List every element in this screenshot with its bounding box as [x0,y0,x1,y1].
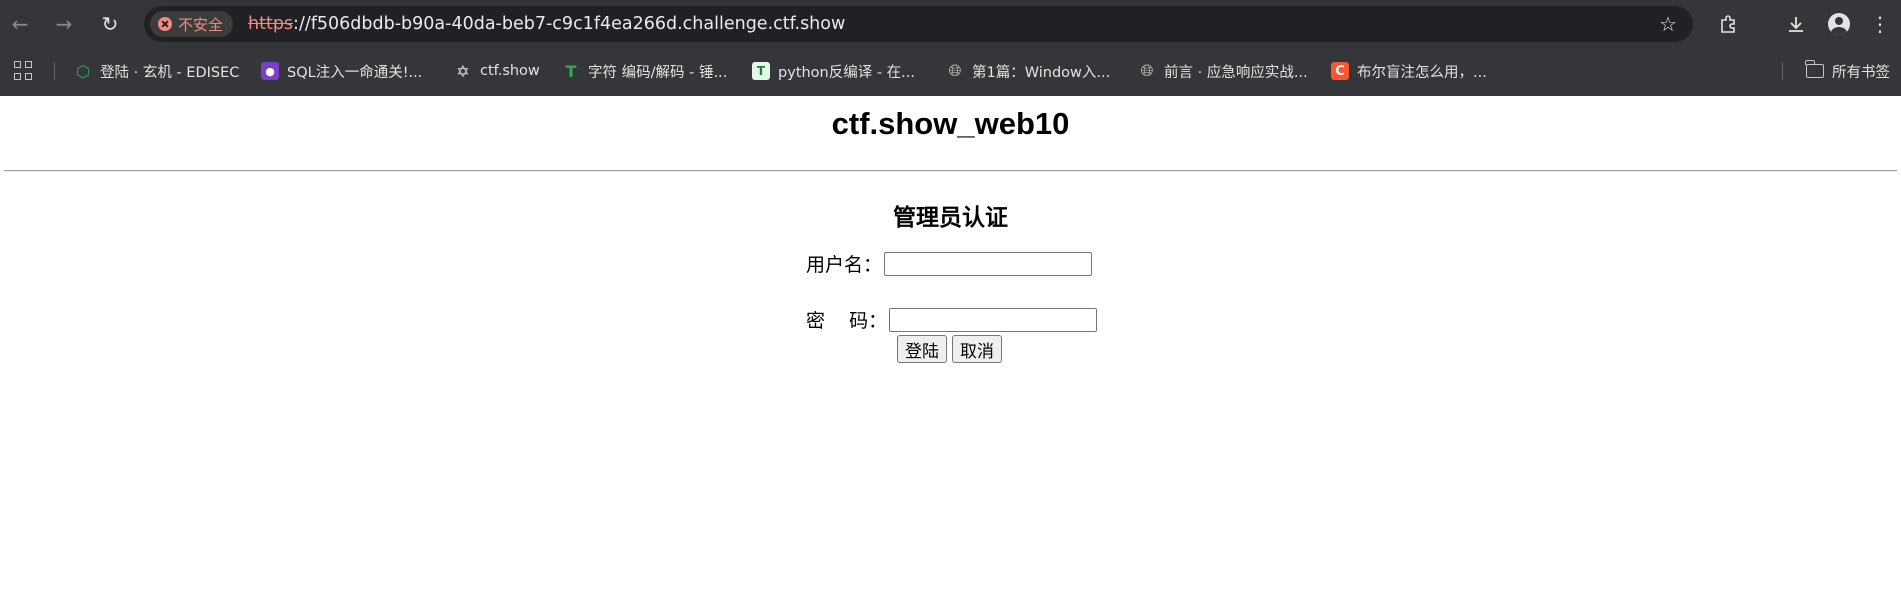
forward-arrow-icon[interactable]: → [50,10,78,38]
bookmarks-bar: ⬡ 登陆 · 玄机 - EDISEC ● SQL注入一命通关!... ✡ ctf… [0,52,1901,90]
sql-icon: ● [261,62,279,80]
bookmark-label: SQL注入一命通关!... [287,64,423,81]
bookmark-item[interactable]: 🌐︎ 前言 · 应急响应实战... [1138,59,1308,83]
t-icon: T [565,61,577,81]
kebab-menu-icon[interactable]: ⋮ [1866,10,1894,38]
browser-toolbar: ← → ↻ 不安全 https://f506dbdb-b90a-40da-beb… [0,0,1901,48]
horizontal-rule [4,170,1897,172]
back-arrow-icon[interactable]: ← [6,10,34,38]
star-icon[interactable]: ☆ [1659,12,1677,36]
username-row: 用户名： [806,250,1093,277]
globe-icon: 🌐︎ [948,61,962,80]
url-scheme: https [248,14,294,34]
browser-chrome: ← → ↻ 不安全 https://f506dbdb-b90a-40da-beb… [0,0,1901,96]
avatar [1828,13,1850,35]
password-label: 密 码： [806,310,888,332]
bookmark-item[interactable]: T python反编译 - 在... [752,59,915,83]
not-secure-icon [158,17,172,31]
button-row: 登陆 取消 [897,335,1002,363]
bookmark-label: 登陆 · 玄机 - EDISEC [100,64,240,81]
python-decompile-icon: T [752,62,770,80]
all-bookmarks-label: 所有书签 [1832,64,1890,81]
password-row: 密 码： [806,306,1098,333]
login-button[interactable]: 登陆 [897,335,947,363]
bookmarks-divider [1782,62,1783,80]
extensions-icon[interactable] [1714,10,1742,38]
profile-icon[interactable] [1825,10,1853,38]
bookmark-item[interactable]: ✡ ctf.show [454,59,540,83]
bookmark-label: 前言 · 应急响应实战... [1164,64,1308,81]
page-title: ctf.show_web10 [831,106,1070,141]
all-bookmarks-button[interactable]: 所有书签 [1805,59,1890,83]
address-bar[interactable]: 不安全 https://f506dbdb-b90a-40da-beb7-c9c1… [144,6,1693,42]
bookmark-item[interactable]: C 布尔盲注怎么用，... [1331,59,1487,83]
username-input[interactable] [884,251,1093,276]
security-indicator[interactable]: 不安全 [150,11,234,37]
bookmarks-divider [54,62,55,80]
apps-grid-icon[interactable] [14,61,34,81]
bookmark-item[interactable]: T 字符 编码/解码 - 锤... [562,59,728,83]
bookmark-item[interactable]: 🌐︎ 第1篇：Window入... [946,59,1111,83]
url-host: ://f506dbdb-b90a-40da-beb7-c9c1f4ea266d.… [293,14,846,34]
folder-icon [1805,60,1824,78]
download-icon[interactable] [1782,10,1810,38]
bookmark-label: 布尔盲注怎么用，... [1357,64,1487,81]
ctfshow-icon: ✡ [456,61,470,81]
password-input[interactable] [889,307,1098,332]
csdn-icon: C [1331,62,1349,80]
url-text[interactable]: https://f506dbdb-b90a-40da-beb7-c9c1f4ea… [248,14,845,34]
bookmark-item[interactable]: ⬡ 登陆 · 玄机 - EDISEC [74,59,239,83]
bookmark-label: 字符 编码/解码 - 锤... [588,64,728,81]
security-label: 不安全 [178,15,224,34]
reload-icon[interactable]: ↻ [96,10,124,38]
bookmark-label: python反编译 - 在... [778,64,915,81]
globe-icon: 🌐︎ [1140,61,1154,80]
cancel-button[interactable]: 取消 [952,335,1002,363]
page-content: ctf.show_web10 管理员认证 用户名： 密 码： 登陆 取消 [0,96,1901,615]
bookmark-item[interactable]: ● SQL注入一命通关!... [261,59,422,83]
bookmark-label: ctf.show [480,63,540,79]
bookmark-label: 第1篇：Window入... [972,64,1111,81]
hexagon-icon: ⬡ [76,61,90,81]
username-label: 用户名： [806,254,883,276]
form-heading: 管理员认证 [893,205,1008,231]
